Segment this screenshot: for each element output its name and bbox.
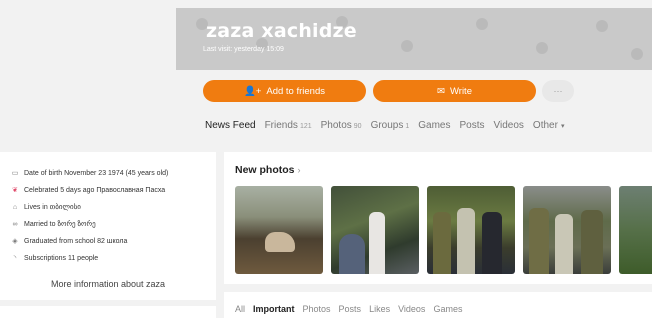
feed-filter-tabs: All Important Photos Posts Likes Videos … (235, 304, 462, 314)
cover-pattern-dot (401, 40, 413, 52)
chevron-right-icon: › (297, 165, 301, 175)
left-panel-secondary (0, 306, 216, 318)
envelope-icon: ✉ (437, 85, 445, 97)
profile-info-panel: ▭ Date of birth November 23 1974 (45 yea… (0, 152, 216, 300)
more-actions-button[interactable]: ··· (542, 80, 574, 102)
write-button[interactable]: ✉ Write (373, 80, 536, 102)
info-birth: ▭ Date of birth November 23 1974 (45 yea… (11, 169, 169, 178)
info-subscriptions: ◝ Subscriptions 11 people (10, 254, 99, 263)
celebration-icon: ❦ (12, 187, 18, 194)
add-user-icon: 👤+ (243, 85, 262, 97)
tab-news-feed[interactable]: News Feed (205, 120, 256, 131)
feed-tab-photos[interactable]: Photos (303, 304, 331, 314)
photo-thumbnail[interactable] (235, 186, 323, 274)
last-visit: Last visit: yesterday 15:09 (203, 46, 284, 53)
info-graduated: ◈ Graduated from school 82 школа (10, 237, 127, 246)
calendar-icon: ▭ (11, 170, 19, 177)
cover-pattern-dot (596, 20, 608, 32)
more-info-link[interactable]: More information about zaza (0, 279, 216, 289)
write-label: Write (449, 85, 472, 97)
profile-name: zaza xachidze (206, 20, 357, 42)
feed-tab-likes[interactable]: Likes (369, 304, 390, 314)
new-photos-title[interactable]: New photos › (235, 164, 301, 176)
tab-photos[interactable]: Photos 90 (321, 120, 362, 131)
profile-tabs: News Feed Friends 121 Photos 90 Groups 1 Ga… (205, 120, 564, 131)
photo-thumbnail[interactable] (331, 186, 419, 274)
feed-tab-games[interactable]: Games (433, 304, 462, 314)
chevron-down-icon: ▾ (560, 123, 565, 130)
feed-filter-panel: All Important Photos Posts Likes Videos … (224, 292, 652, 318)
photo-thumbnail[interactable] (619, 186, 652, 274)
photo-thumbnail[interactable] (523, 186, 611, 274)
tab-games[interactable]: Games (418, 120, 450, 131)
rss-icon: ◝ (13, 255, 17, 262)
info-lives: ⌂ Lives in თბილისი (10, 203, 81, 212)
rings-icon: ∞ (12, 220, 18, 228)
feed-tab-posts[interactable]: Posts (339, 304, 362, 314)
feed-tab-all[interactable]: All (235, 304, 245, 314)
info-married: ∞ Married to ზორე ზორე (10, 220, 96, 229)
add-to-friends-label: Add to friends (266, 85, 325, 97)
feed-tab-videos[interactable]: Videos (398, 304, 425, 314)
photo-thumbnail[interactable] (427, 186, 515, 274)
tab-posts[interactable]: Posts (460, 120, 485, 131)
graduation-icon: ◈ (12, 238, 18, 245)
new-photos-panel: New photos › (224, 152, 652, 284)
tab-videos[interactable]: Videos (494, 120, 524, 131)
home-icon: ⌂ (12, 203, 18, 211)
cover-pattern-dot (476, 18, 488, 30)
cover-pattern-dot (631, 48, 643, 60)
info-celebrated: ❦ Celebrated 5 days ago Православная Пас… (10, 186, 165, 195)
add-to-friends-button[interactable]: 👤+ Add to friends (203, 80, 366, 102)
feed-tab-important[interactable]: Important (253, 304, 295, 314)
tab-friends[interactable]: Friends 121 (265, 120, 312, 131)
tab-groups[interactable]: Groups 1 (371, 120, 410, 131)
tab-other[interactable]: Other ▾ (533, 120, 565, 131)
cover-pattern-dot (536, 42, 548, 54)
